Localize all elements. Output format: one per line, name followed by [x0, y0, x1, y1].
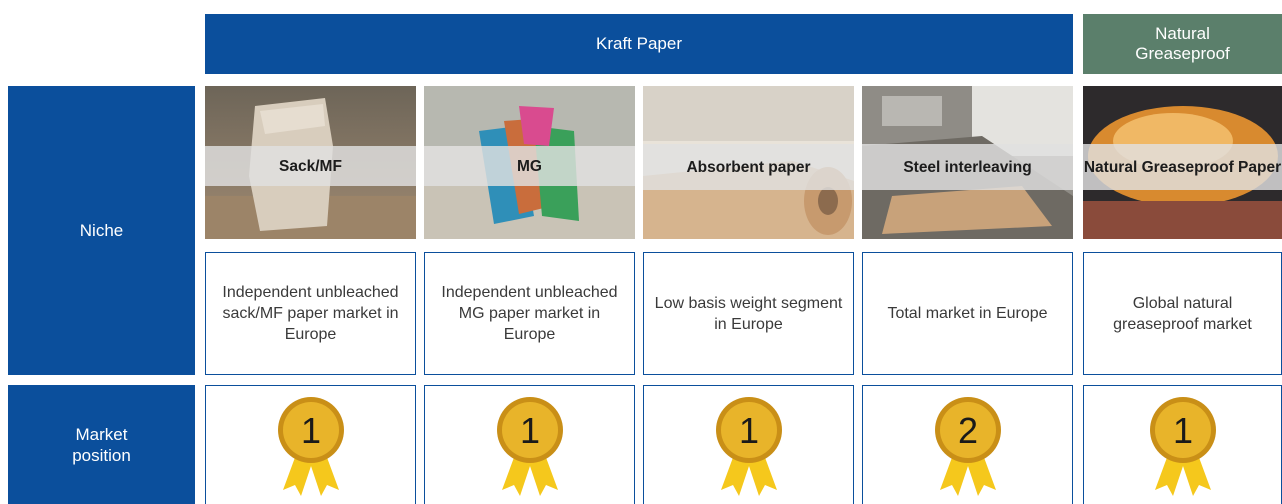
- photo-mg: MG: [424, 86, 635, 239]
- header-kraft-paper: Kraft Paper: [205, 14, 1073, 74]
- market-position-cell: 2: [862, 385, 1073, 504]
- photo-steel: Steel interleaving: [862, 86, 1073, 239]
- medal-icon: 1: [715, 397, 782, 496]
- niche-description-text: Independent unbleached sack/MF paper mar…: [222, 284, 399, 343]
- niche-description-text: Low basis weight segment in Europe: [654, 294, 843, 333]
- niche-description: Global natural greaseproof market: [1083, 252, 1282, 375]
- medal-icon: 1: [277, 397, 344, 496]
- image-label: Natural Greaseproof Paper: [1083, 144, 1282, 190]
- header-natural-greaseproof: Natural Greaseproof: [1083, 14, 1282, 74]
- niche-description-text: Total market in Europe: [887, 305, 1048, 322]
- image-label: Steel interleaving: [862, 144, 1073, 190]
- row-label-niche: Niche: [8, 86, 195, 375]
- header-natural-greaseproof-label: Natural Greaseproof: [1135, 24, 1230, 63]
- medal-icon: 1: [1149, 397, 1216, 496]
- row-label-market-position: Market position: [8, 385, 195, 504]
- niche-description: Low basis weight segment in Europe: [643, 252, 854, 375]
- rank-number: 1: [519, 410, 539, 451]
- photo-sack: Sack/MF: [205, 86, 416, 239]
- rank-number: 2: [957, 410, 977, 451]
- niche-description: Independent unbleached sack/MF paper mar…: [205, 252, 416, 375]
- photo-absorbent: Absorbent paper: [643, 86, 854, 239]
- niche-description: Total market in Europe: [862, 252, 1073, 375]
- medal-icon: 1: [496, 397, 563, 496]
- medal-icon: 2: [934, 397, 1001, 496]
- market-position-cell: 1: [1083, 385, 1282, 504]
- rank-number: 1: [300, 410, 320, 451]
- rank-number: 1: [738, 410, 758, 451]
- market-position-cell: 1: [643, 385, 854, 504]
- header-kraft-paper-label: Kraft Paper: [596, 34, 682, 53]
- market-position-cell: 1: [424, 385, 635, 504]
- photo-greaseproof: Natural Greaseproof Paper: [1083, 86, 1282, 239]
- image-label: MG: [424, 146, 635, 186]
- rank-number: 1: [1172, 410, 1192, 451]
- market-position-cell: 1: [205, 385, 416, 504]
- image-label: Sack/MF: [205, 146, 416, 186]
- image-label: Absorbent paper: [643, 144, 854, 190]
- row-label-niche-text: Niche: [79, 221, 124, 240]
- row-label-market-position-text: Market position: [72, 424, 131, 465]
- niche-description-text: Independent unbleached MG paper market i…: [441, 284, 618, 343]
- niche-description: Independent unbleached MG paper market i…: [424, 252, 635, 375]
- niche-description-text: Global natural greaseproof market: [1113, 294, 1252, 333]
